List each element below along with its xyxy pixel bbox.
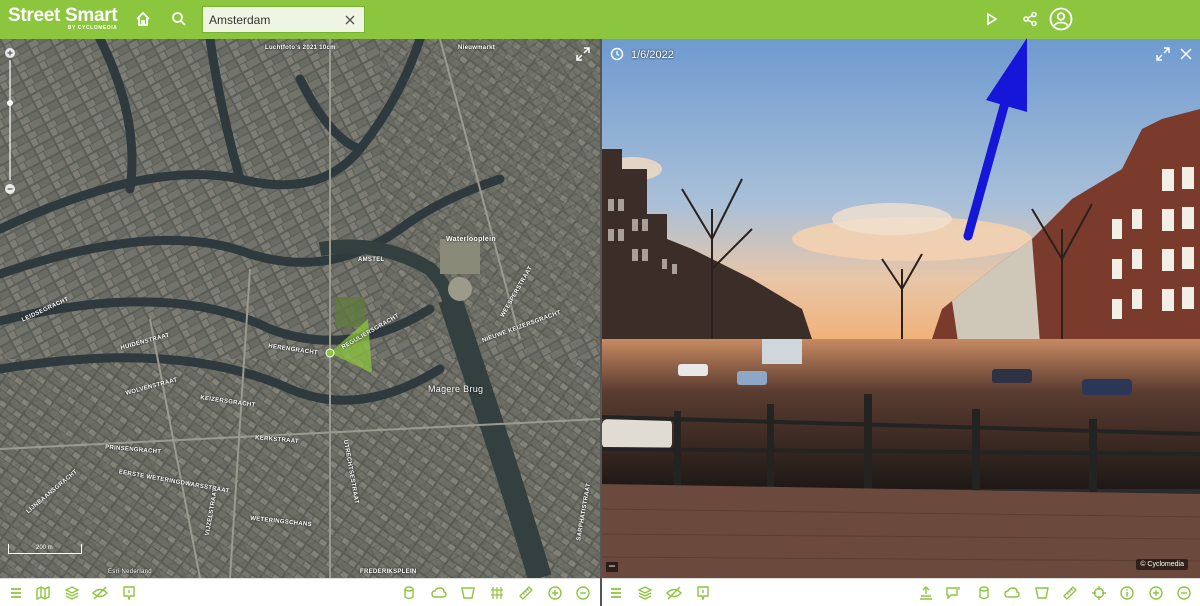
- map-visibility-button[interactable]: [90, 583, 110, 603]
- play-button[interactable]: [981, 8, 1003, 30]
- visibility-off-icon: [666, 586, 682, 600]
- app-name: Street Smart: [8, 5, 118, 26]
- map-menu-button[interactable]: [6, 583, 26, 603]
- close-icon: [1180, 48, 1192, 60]
- map-area-button[interactable]: [458, 583, 478, 603]
- pano-locate-button[interactable]: [1089, 583, 1109, 603]
- expand-pano-button[interactable]: [1156, 47, 1170, 66]
- pano-layers-button[interactable]: [635, 583, 655, 603]
- zoom-out-icon: [1177, 586, 1191, 600]
- close-pano-button[interactable]: [1180, 47, 1192, 65]
- map-zoom-out-button[interactable]: [573, 583, 593, 603]
- zoom-out-icon: [576, 586, 590, 600]
- cylinder-icon: [979, 586, 989, 600]
- search-box: [202, 6, 365, 33]
- pano-pointcloud-button[interactable]: [1002, 583, 1022, 603]
- map-type-button[interactable]: [33, 583, 53, 603]
- top-bar: Street Smart BY CYCLOMEDIA: [0, 0, 1200, 39]
- panorama-image[interactable]: [602, 39, 1200, 578]
- pano-zoom-out-button[interactable]: [1174, 583, 1194, 603]
- zoom-slider[interactable]: [4, 47, 16, 197]
- location-marker[interactable]: [325, 348, 335, 358]
- play-icon: [987, 12, 998, 26]
- bucket-icon: [461, 587, 475, 599]
- cloud-icon: [1004, 587, 1020, 598]
- pano-comment-button[interactable]: [944, 583, 964, 603]
- map-street-label: FREDERIKSPLEIN: [360, 569, 417, 575]
- panorama-toolbar: [602, 578, 1200, 606]
- map-measure-button[interactable]: [516, 583, 536, 603]
- user-icon: [1049, 7, 1073, 31]
- map-place-label: Magere Brug: [428, 384, 484, 394]
- share-icon: [1023, 11, 1037, 27]
- elevation-icon: [920, 586, 932, 600]
- expand-icon: [576, 47, 590, 61]
- app-logo: Street Smart BY CYCLOMEDIA: [8, 5, 118, 32]
- map-cylinder-button[interactable]: [399, 583, 419, 603]
- history-icon: [610, 47, 624, 61]
- menu-icon: [11, 588, 21, 598]
- pano-elevation-button[interactable]: [916, 583, 936, 603]
- search-clear-button[interactable]: [341, 11, 359, 29]
- share-button[interactable]: [1019, 8, 1041, 30]
- crosshair-icon: [1092, 586, 1106, 600]
- ellipsis-icon: [609, 565, 615, 567]
- search-input[interactable]: [203, 12, 341, 27]
- pano-details-button[interactable]: [1117, 583, 1137, 603]
- cloud-icon: [431, 587, 447, 598]
- map-view[interactable]: Luchtfoto's 2021 10cm Nieuwmarkt REGULIE…: [0, 39, 600, 578]
- map-street-label: AMSTEL: [358, 257, 385, 263]
- visibility-off-icon: [92, 586, 108, 600]
- pano-date: 1/6/2022: [631, 49, 674, 61]
- panorama-view[interactable]: 1/6/2022 © Cyclomedia: [602, 39, 1200, 578]
- zoom-in-icon: [1149, 586, 1163, 600]
- home-button[interactable]: [132, 8, 154, 30]
- pano-zoom-in-button[interactable]: [1146, 583, 1166, 603]
- map-layers-button[interactable]: [62, 583, 82, 603]
- pano-copyright: © Cyclomedia: [1136, 559, 1188, 570]
- layers-icon: [65, 586, 79, 600]
- pano-cylinder-button[interactable]: [974, 583, 994, 603]
- menu-icon: [611, 588, 621, 598]
- map-icon: [36, 586, 50, 600]
- pano-measure-button[interactable]: [1060, 583, 1080, 603]
- pano-date-button[interactable]: [610, 47, 624, 66]
- pano-info-button[interactable]: [693, 583, 713, 603]
- info-circle-icon: [1120, 586, 1134, 600]
- map-grid-button[interactable]: [487, 583, 507, 603]
- grid-icon: [491, 587, 503, 599]
- ruler-icon: [519, 586, 533, 600]
- user-button[interactable]: [1049, 7, 1073, 31]
- comment-icon: [946, 587, 960, 600]
- ruler-icon: [1063, 586, 1077, 600]
- map-layer-label: Luchtfoto's 2021 10cm: [265, 45, 336, 51]
- map-zoom-in-button[interactable]: [545, 583, 565, 603]
- pano-menu-button[interactable]: [606, 583, 626, 603]
- info-icon: [697, 586, 709, 600]
- map-place-label: Waterlooplein: [446, 236, 496, 243]
- info-icon: [123, 586, 135, 600]
- pano-more-button[interactable]: [606, 562, 618, 572]
- layers-icon: [638, 586, 652, 600]
- search-button[interactable]: [168, 8, 190, 30]
- map-place-label: Nieuwmarkt: [458, 45, 496, 51]
- map-toolbar: [0, 578, 600, 606]
- bucket-icon: [1035, 587, 1049, 599]
- expand-map-button[interactable]: [576, 47, 590, 66]
- pano-visibility-button[interactable]: [664, 583, 684, 603]
- close-icon: [345, 15, 355, 24]
- search-icon: [172, 12, 186, 26]
- home-icon: [136, 11, 150, 26]
- scale-label: 200 m: [36, 545, 53, 551]
- expand-icon: [1156, 47, 1170, 61]
- map-pointcloud-button[interactable]: [429, 583, 449, 603]
- zoom-in-icon: [548, 586, 562, 600]
- map-info-button[interactable]: [119, 583, 139, 603]
- map-copyright: Esri Nederland: [108, 569, 152, 575]
- cylinder-icon: [404, 586, 414, 600]
- pano-area-button[interactable]: [1032, 583, 1052, 603]
